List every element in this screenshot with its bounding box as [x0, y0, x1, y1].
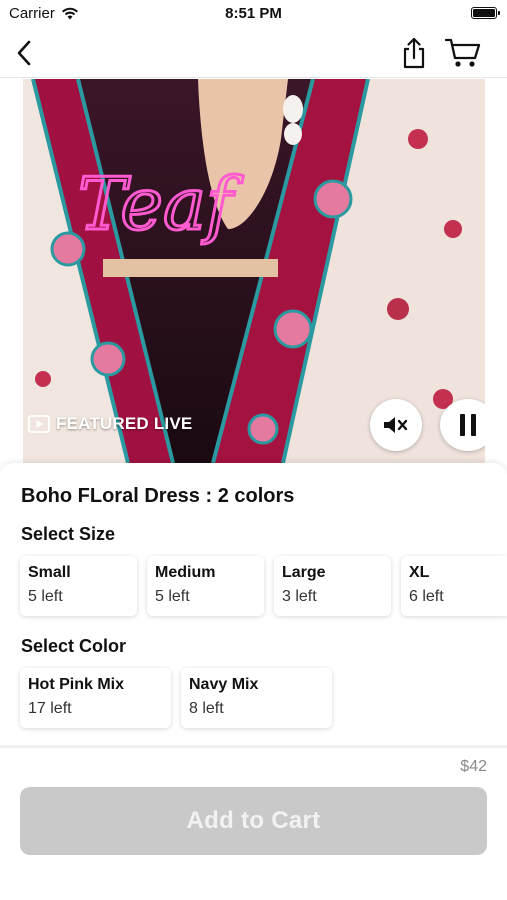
size-option-medium[interactable]: Medium 5 left — [147, 556, 264, 616]
cart-icon — [444, 38, 481, 67]
size-stock: 5 left — [28, 588, 63, 605]
mute-button[interactable] — [370, 399, 422, 451]
pause-icon — [460, 414, 476, 436]
size-stock: 6 left — [409, 588, 444, 605]
size-option-large[interactable]: Large 3 left — [274, 556, 391, 616]
color-option-hot-pink-mix[interactable]: Hot Pink Mix 17 left — [20, 668, 171, 728]
size-name: XL — [409, 564, 430, 581]
divider — [0, 745, 507, 748]
size-name: Medium — [155, 564, 216, 581]
featured-live-badge: FEATURED LIVE — [28, 414, 192, 434]
cart-button[interactable] — [444, 36, 482, 70]
product-sheet: Boho FLoral Dress : 2 colors Select Size… — [0, 463, 507, 900]
share-button[interactable] — [398, 36, 430, 70]
color-stock: 17 left — [28, 700, 72, 717]
add-to-cart-button[interactable]: Add to Cart — [20, 787, 487, 855]
size-name: Small — [28, 564, 71, 581]
speaker-mute-icon — [384, 417, 408, 433]
select-color-title: Select Color — [21, 636, 127, 656]
color-name: Navy Mix — [189, 676, 259, 693]
share-icon — [403, 37, 425, 69]
color-stock: 8 left — [189, 700, 224, 717]
color-name: Hot Pink Mix — [28, 676, 125, 693]
svg-text:Teaf: Teaf — [78, 162, 244, 246]
product-video[interactable]: Teaf FEATURED LIVE — [23, 79, 485, 463]
featured-live-label: FEATURED LIVE — [56, 414, 193, 433]
status-bar: Carrier 8:51 PM — [0, 0, 507, 28]
battery-icon — [471, 7, 500, 19]
size-option-xl[interactable]: XL 6 left — [401, 556, 507, 616]
nav-bar — [0, 28, 507, 78]
status-time: 8:51 PM — [225, 5, 282, 22]
video-play-icon — [28, 415, 50, 433]
size-name: Large — [282, 564, 326, 581]
product-title: Boho FLoral Dress : 2 colors — [21, 485, 295, 507]
size-stock: 5 left — [155, 588, 190, 605]
select-size-title: Select Size — [21, 524, 116, 544]
color-option-navy-mix[interactable]: Navy Mix 8 left — [181, 668, 332, 728]
price-label: $42 — [460, 758, 487, 775]
chevron-left-icon — [17, 40, 31, 66]
size-stock: 3 left — [282, 588, 317, 605]
video-frame: Teaf — [23, 79, 485, 463]
size-option-small[interactable]: Small 5 left — [20, 556, 137, 616]
back-button[interactable] — [12, 38, 38, 68]
